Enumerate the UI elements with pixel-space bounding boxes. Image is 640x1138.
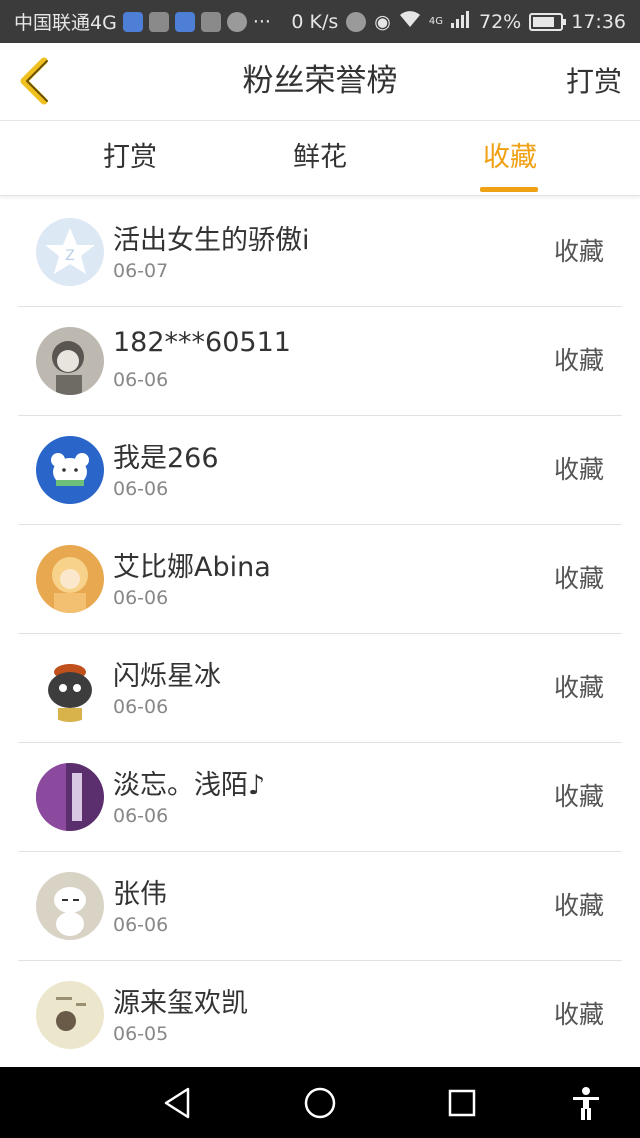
home-circle-icon[interactable] (302, 1085, 338, 1121)
back-button[interactable] (14, 57, 58, 105)
favorite-label: 收藏 (553, 455, 604, 484)
accessibility-icon[interactable] (568, 1085, 604, 1121)
recents-square-icon[interactable] (444, 1085, 480, 1121)
user-name: 张伟 (113, 879, 167, 910)
bear-avatar-icon (36, 436, 104, 504)
cartoon-avatar-icon (36, 654, 104, 722)
notification-bell-icon (148, 11, 169, 32)
shield-icon (122, 11, 143, 32)
battery-percent: 72% (479, 10, 522, 33)
network-type: 4G (428, 16, 443, 27)
star-avatar-icon: Z (36, 218, 104, 286)
app-icon (200, 11, 221, 32)
date-label: 06-07 (113, 260, 169, 282)
more-notifications: ··· (252, 10, 271, 33)
snowman-avatar-icon (36, 872, 104, 940)
tab-favorites[interactable]: 收藏 (430, 121, 590, 195)
favorite-label: 收藏 (553, 237, 604, 266)
list-item[interactable]: 我是266 06-06 收藏 (18, 416, 622, 525)
reward-action-button[interactable]: 打赏 (566, 43, 622, 120)
date-label: 06-06 (113, 805, 169, 827)
favorite-label: 收藏 (553, 891, 604, 920)
wechat-icon (226, 11, 247, 32)
date-label: 06-05 (113, 1023, 169, 1045)
signal-icon (451, 10, 471, 33)
chevron-left-icon (20, 57, 48, 105)
clock: 17:36 (571, 10, 626, 33)
list-item[interactable]: 闪烁星冰 06-06 收藏 (18, 634, 622, 743)
date-label: 06-06 (113, 369, 169, 391)
list-item[interactable]: Z 活出女生的骄傲i 06-07 收藏 (18, 198, 622, 307)
data-saver-icon (346, 11, 367, 32)
battery-icon (529, 12, 567, 31)
carrier-label: 中国联通4G (14, 12, 117, 34)
portrait-avatar-icon (36, 327, 104, 395)
date-label: 06-06 (113, 478, 169, 500)
net-speed: 0 K/s (291, 10, 339, 33)
tab-flowers[interactable]: 鲜花 (240, 121, 400, 195)
svg-text:Z: Z (65, 248, 75, 264)
user-name: 源来玺欢凯 (113, 988, 248, 1019)
user-name: 活出女生的骄傲i (113, 225, 310, 256)
page-title: 粉丝荣誉榜 (242, 63, 398, 99)
tab-reward[interactable]: 打赏 (50, 121, 210, 195)
favorite-label: 收藏 (553, 782, 604, 811)
favorite-label: 收藏 (553, 1000, 604, 1029)
list-item[interactable]: 182***60511 06-06 收藏 (18, 307, 622, 416)
date-label: 06-06 (113, 914, 169, 936)
user-name: 淡忘。浅陌♪ (113, 770, 266, 801)
list-item[interactable]: 淡忘。浅陌♪ 06-06 收藏 (18, 743, 622, 852)
list-item[interactable]: 源来玺欢凯 06-05 收藏 (18, 961, 622, 1070)
eye-icon: ◉ (374, 10, 391, 33)
paw-app-icon (174, 11, 195, 32)
user-name: 我是266 (113, 443, 219, 474)
favorite-label: 收藏 (553, 346, 604, 375)
date-label: 06-06 (113, 587, 169, 609)
tab-bar: 打赏 鲜花 收藏 (0, 121, 640, 196)
fan-list: Z 活出女生的骄傲i 06-07 收藏 182***60511 06-06 收藏… (0, 198, 640, 1070)
user-name: 艾比娜Abina (113, 552, 271, 583)
girl-avatar-icon (36, 545, 104, 613)
active-tab-indicator (480, 187, 538, 192)
system-nav-bar (0, 1067, 640, 1138)
list-item[interactable]: 张伟 06-06 收藏 (18, 852, 622, 961)
date-label: 06-06 (113, 696, 169, 718)
wifi-icon (399, 10, 421, 33)
back-triangle-icon[interactable] (160, 1085, 196, 1121)
sketch-avatar-icon (36, 981, 104, 1049)
user-name: 182***60511 (113, 327, 291, 358)
app-header: 粉丝荣誉榜 打赏 (0, 43, 640, 121)
favorite-label: 收藏 (553, 564, 604, 593)
purple-avatar-icon (36, 763, 104, 831)
status-bar: 中国联通4G ··· 0 K/s ◉ 4G 72% 17:36 (0, 0, 640, 43)
user-name: 闪烁星冰 (113, 661, 221, 692)
favorite-label: 收藏 (553, 673, 604, 702)
list-item[interactable]: 艾比娜Abina 06-06 收藏 (18, 525, 622, 634)
